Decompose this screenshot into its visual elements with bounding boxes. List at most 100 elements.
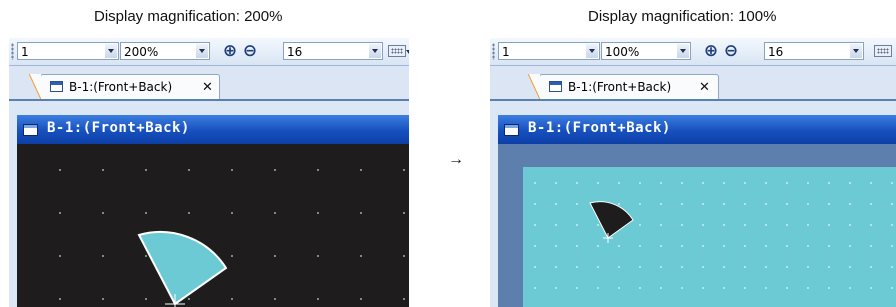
grid-dot bbox=[807, 203, 809, 205]
grid-dot bbox=[723, 224, 725, 226]
layer-combo[interactable]: 1 bbox=[17, 42, 119, 60]
grid-dot bbox=[555, 245, 557, 247]
sector-shape[interactable] bbox=[589, 201, 634, 239]
grid-dot bbox=[360, 212, 362, 214]
grid-dot bbox=[231, 255, 233, 257]
chevron-down-icon[interactable] bbox=[850, 44, 862, 58]
zoom-combo[interactable]: 200% bbox=[120, 42, 210, 60]
grid-dot bbox=[744, 287, 746, 289]
toolbar-grip[interactable] bbox=[492, 43, 495, 60]
canvas-drawing bbox=[59, 169, 405, 307]
grid-dot bbox=[723, 266, 725, 268]
grid-dot bbox=[765, 224, 767, 226]
grid-dot bbox=[807, 287, 809, 289]
grid-dot bbox=[681, 245, 683, 247]
keyboard-icon[interactable] bbox=[874, 45, 892, 57]
toolbar-grip[interactable] bbox=[11, 43, 14, 60]
grid-dot bbox=[870, 203, 872, 205]
screen-window: B-1:(Front+Back) bbox=[490, 101, 896, 307]
zoom-out-icon[interactable]: ⊖ bbox=[722, 42, 740, 60]
grid-dot bbox=[639, 182, 641, 184]
grid-dot bbox=[870, 245, 872, 247]
grid-dot bbox=[576, 287, 578, 289]
layer-combo[interactable]: 1 bbox=[498, 42, 600, 60]
grid-dot bbox=[231, 298, 233, 300]
grid-dot bbox=[597, 266, 599, 268]
grid-dot bbox=[555, 182, 557, 184]
tab-b1-front-back[interactable]: B-1:(Front+Back) ✕ bbox=[528, 74, 719, 100]
canvas-drawing bbox=[534, 182, 893, 289]
grid-dot bbox=[660, 182, 662, 184]
grid-dot bbox=[660, 266, 662, 268]
grid-size-combo[interactable]: 16 bbox=[283, 42, 383, 60]
caption-left: Display magnification: 200% bbox=[94, 8, 283, 25]
close-icon[interactable]: ✕ bbox=[699, 75, 710, 100]
screen-area bbox=[523, 167, 896, 307]
tab-b1-front-back[interactable]: B-1:(Front+Back) ✕ bbox=[29, 74, 220, 100]
grid-dot bbox=[786, 266, 788, 268]
grid-dot bbox=[188, 212, 190, 214]
grid-dot bbox=[597, 287, 599, 289]
chevron-down-icon[interactable] bbox=[586, 44, 598, 58]
toolbar: 1 100% ⊕ ⊖ 16 bbox=[490, 38, 896, 66]
window-title: B-1:(Front+Back) bbox=[47, 120, 190, 136]
chevron-down-icon[interactable] bbox=[406, 50, 409, 54]
grid-size-combo[interactable]: 16 bbox=[764, 42, 864, 60]
transition-arrow: → bbox=[448, 151, 464, 168]
drawing-canvas[interactable] bbox=[498, 144, 896, 307]
zoom-out-icon[interactable]: ⊖ bbox=[241, 42, 259, 60]
grid-dot bbox=[828, 245, 830, 247]
chevron-down-icon[interactable] bbox=[369, 44, 381, 58]
zoom-in-icon[interactable]: ⊕ bbox=[702, 42, 720, 60]
grid-dot bbox=[702, 266, 704, 268]
chevron-down-icon[interactable] bbox=[196, 44, 208, 58]
grid-dot bbox=[534, 182, 536, 184]
grid-dot bbox=[534, 266, 536, 268]
zoom-in-icon[interactable]: ⊕ bbox=[221, 42, 239, 60]
grid-dot bbox=[765, 266, 767, 268]
grid-dot bbox=[403, 298, 405, 300]
grid-dot bbox=[723, 245, 725, 247]
grid-dots bbox=[59, 169, 405, 300]
grid-dot bbox=[849, 182, 851, 184]
grid-dots bbox=[534, 182, 893, 289]
grid-dot bbox=[102, 212, 104, 214]
keyboard-icon[interactable] bbox=[388, 45, 406, 57]
grid-dot bbox=[576, 245, 578, 247]
grid-dot bbox=[807, 224, 809, 226]
grid-dot bbox=[145, 212, 147, 214]
sector-shape[interactable] bbox=[137, 231, 228, 306]
grid-dot bbox=[534, 245, 536, 247]
drawing-canvas[interactable] bbox=[17, 144, 409, 307]
close-icon[interactable]: ✕ bbox=[202, 75, 213, 100]
window-titlebar[interactable]: B-1:(Front+Back) bbox=[498, 115, 896, 144]
grid-dot bbox=[403, 255, 405, 257]
grid-dot bbox=[317, 212, 319, 214]
grid-dot bbox=[828, 266, 830, 268]
grid-dot bbox=[555, 287, 557, 289]
grid-dot bbox=[849, 266, 851, 268]
grid-dot bbox=[360, 169, 362, 171]
grid-dot bbox=[618, 182, 620, 184]
grid-dot bbox=[891, 287, 893, 289]
zoom-combo-value: 200% bbox=[124, 45, 159, 59]
grid-dot bbox=[639, 287, 641, 289]
chevron-down-icon[interactable] bbox=[677, 44, 689, 58]
zoom-combo[interactable]: 100% bbox=[601, 42, 691, 60]
grid-dot bbox=[828, 287, 830, 289]
grid-dot bbox=[807, 182, 809, 184]
grid-dot bbox=[231, 169, 233, 171]
chevron-down-icon[interactable] bbox=[105, 44, 117, 58]
grid-dot bbox=[618, 287, 620, 289]
grid-dot bbox=[786, 224, 788, 226]
grid-dot bbox=[849, 245, 851, 247]
screen-window: B-1:(Front+Back) bbox=[9, 101, 409, 307]
grid-dot bbox=[744, 203, 746, 205]
window-titlebar[interactable]: B-1:(Front+Back) bbox=[17, 115, 409, 144]
tab-label: B-1:(Front+Back) bbox=[568, 80, 672, 94]
grid-dot bbox=[403, 212, 405, 214]
grid-dot bbox=[786, 182, 788, 184]
grid-dot bbox=[274, 255, 276, 257]
grid-dot bbox=[723, 287, 725, 289]
window-icon bbox=[549, 81, 562, 92]
